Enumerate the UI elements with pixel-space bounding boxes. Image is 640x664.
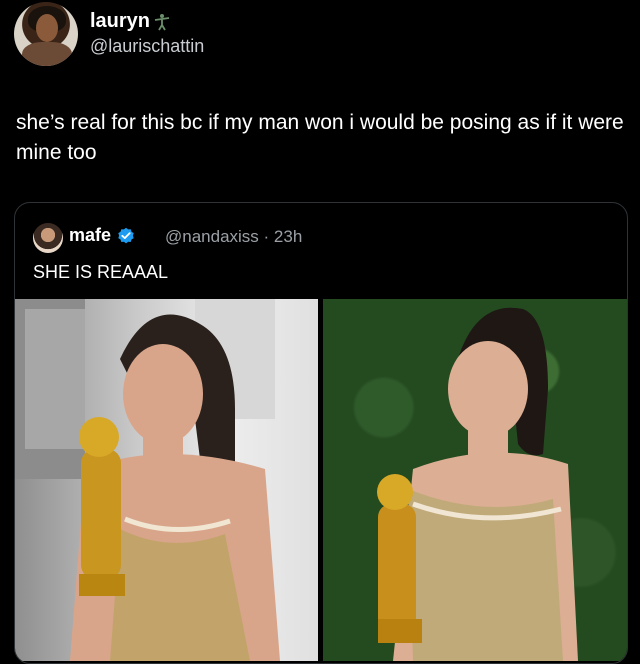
quoted-user-display-name[interactable]: mafe — [69, 225, 135, 246]
quoted-display-name-text: mafe — [69, 225, 112, 245]
avatar-face — [36, 14, 58, 42]
user-handle[interactable]: @laurischattin — [90, 36, 204, 57]
user-avatar[interactable] — [14, 2, 78, 66]
quoted-handle-time[interactable]: @nandaxiss · 23h — [165, 227, 302, 247]
quoted-user-avatar[interactable] — [33, 223, 63, 253]
tweet-text: she’s real for this bc if my man won i w… — [16, 111, 624, 164]
quoted-tweet-text: SHE IS REAAAL — [33, 262, 169, 282]
display-name-text: lauryn — [90, 10, 151, 32]
quoted-tweet-card[interactable]: mafe @nandaxiss · 23h SHE IS REAAAL — [14, 202, 628, 664]
avatar-body — [22, 42, 72, 66]
figure-emoji-icon — [154, 13, 170, 31]
photo-right[interactable] — [323, 299, 627, 661]
verified-badge-icon — [117, 227, 135, 245]
user-display-name[interactable]: lauryn — [90, 10, 170, 33]
photo-left[interactable] — [15, 299, 318, 661]
